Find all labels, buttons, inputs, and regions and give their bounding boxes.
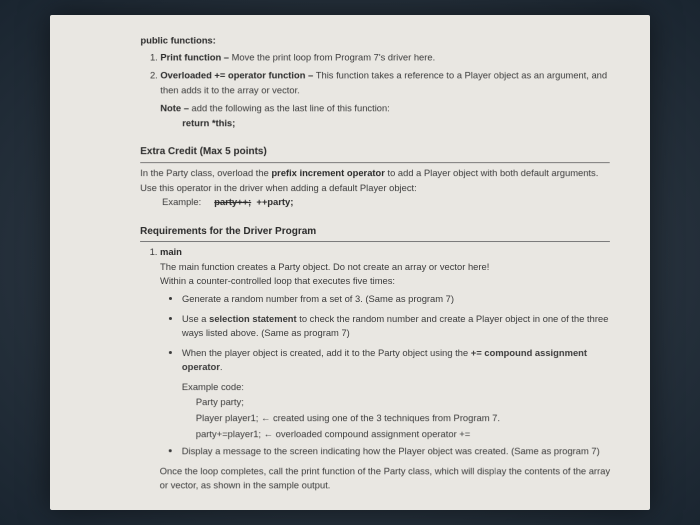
extra-example-label: Example:: [162, 196, 201, 207]
document-page: public functions: Print function – Move …: [50, 15, 650, 510]
note-line: Note – add the following as the last lin…: [160, 102, 609, 117]
public-functions-list: Print function – Move the print loop fro…: [140, 50, 609, 131]
main-bullet-2-text: Use a selection statement to check the r…: [182, 313, 608, 339]
note-rest: add the following as the last line of th…: [192, 103, 390, 114]
last-bullet-list: Display a message to the screen indicati…: [160, 444, 611, 459]
note-code: return *this;: [182, 116, 609, 131]
main-line1: The main function creates a Party object…: [160, 260, 610, 275]
pub-item-2: Overloaded += operator function – This f…: [160, 69, 609, 131]
note-lead: Note –: [160, 103, 191, 114]
extra-para-a: In the Party class, overload the: [140, 167, 271, 178]
extra-para-b: prefix increment operator: [271, 167, 384, 178]
monitor-frame: public functions: Print function – Move …: [0, 0, 700, 525]
main-label: main: [160, 246, 182, 257]
main-bullet-2: Use a selection statement to check the r…: [182, 312, 610, 341]
main-list: main The main function creates a Party o…: [140, 245, 611, 493]
pub-item-1-lead: Print function –: [160, 51, 231, 62]
example-code-label: Example code:: [182, 380, 610, 395]
main-item: main The main function creates a Party o…: [160, 245, 611, 493]
last-bullet: Display a message to the screen indicati…: [182, 444, 611, 459]
main-bullet-1: Generate a random number from a set of 3…: [182, 292, 610, 307]
main-bullet-3-text: When the player object is created, add i…: [182, 347, 587, 373]
extra-example-code: ++party;: [256, 196, 293, 207]
pub-item-1-rest: Move the print loop from Program 7's dri…: [232, 51, 436, 62]
pub-item-2-lead: Overloaded += operator function –: [160, 70, 315, 81]
example-code-3: party+=player1; ← overloaded compound as…: [196, 427, 611, 442]
main-bullet-1-text: Generate a random number from a set of 3…: [182, 293, 454, 304]
extra-example-strike: party++;: [214, 196, 251, 207]
requirements-title: Requirements for the Driver Program: [140, 224, 610, 242]
main-line2: Within a counter-controlled loop that ex…: [160, 274, 610, 289]
pub-item-1: Print function – Move the print loop fro…: [160, 50, 609, 65]
extra-example-row: Example: party++; ++party;: [162, 195, 610, 210]
example-code-2: Player player1; ← created using one of t…: [196, 411, 611, 426]
main-bullet-3: When the player object is created, add i…: [182, 346, 610, 375]
main-bullets: Generate a random number from a set of 3…: [160, 292, 610, 375]
extra-credit-paragraph: In the Party class, overload the prefix …: [140, 166, 610, 195]
extra-credit-title: Extra Credit (Max 5 points): [140, 145, 610, 163]
example-code-1: Party party;: [196, 396, 610, 411]
closing-paragraph: Once the loop completes, call the print …: [160, 464, 611, 493]
public-functions-header: public functions:: [140, 34, 609, 49]
